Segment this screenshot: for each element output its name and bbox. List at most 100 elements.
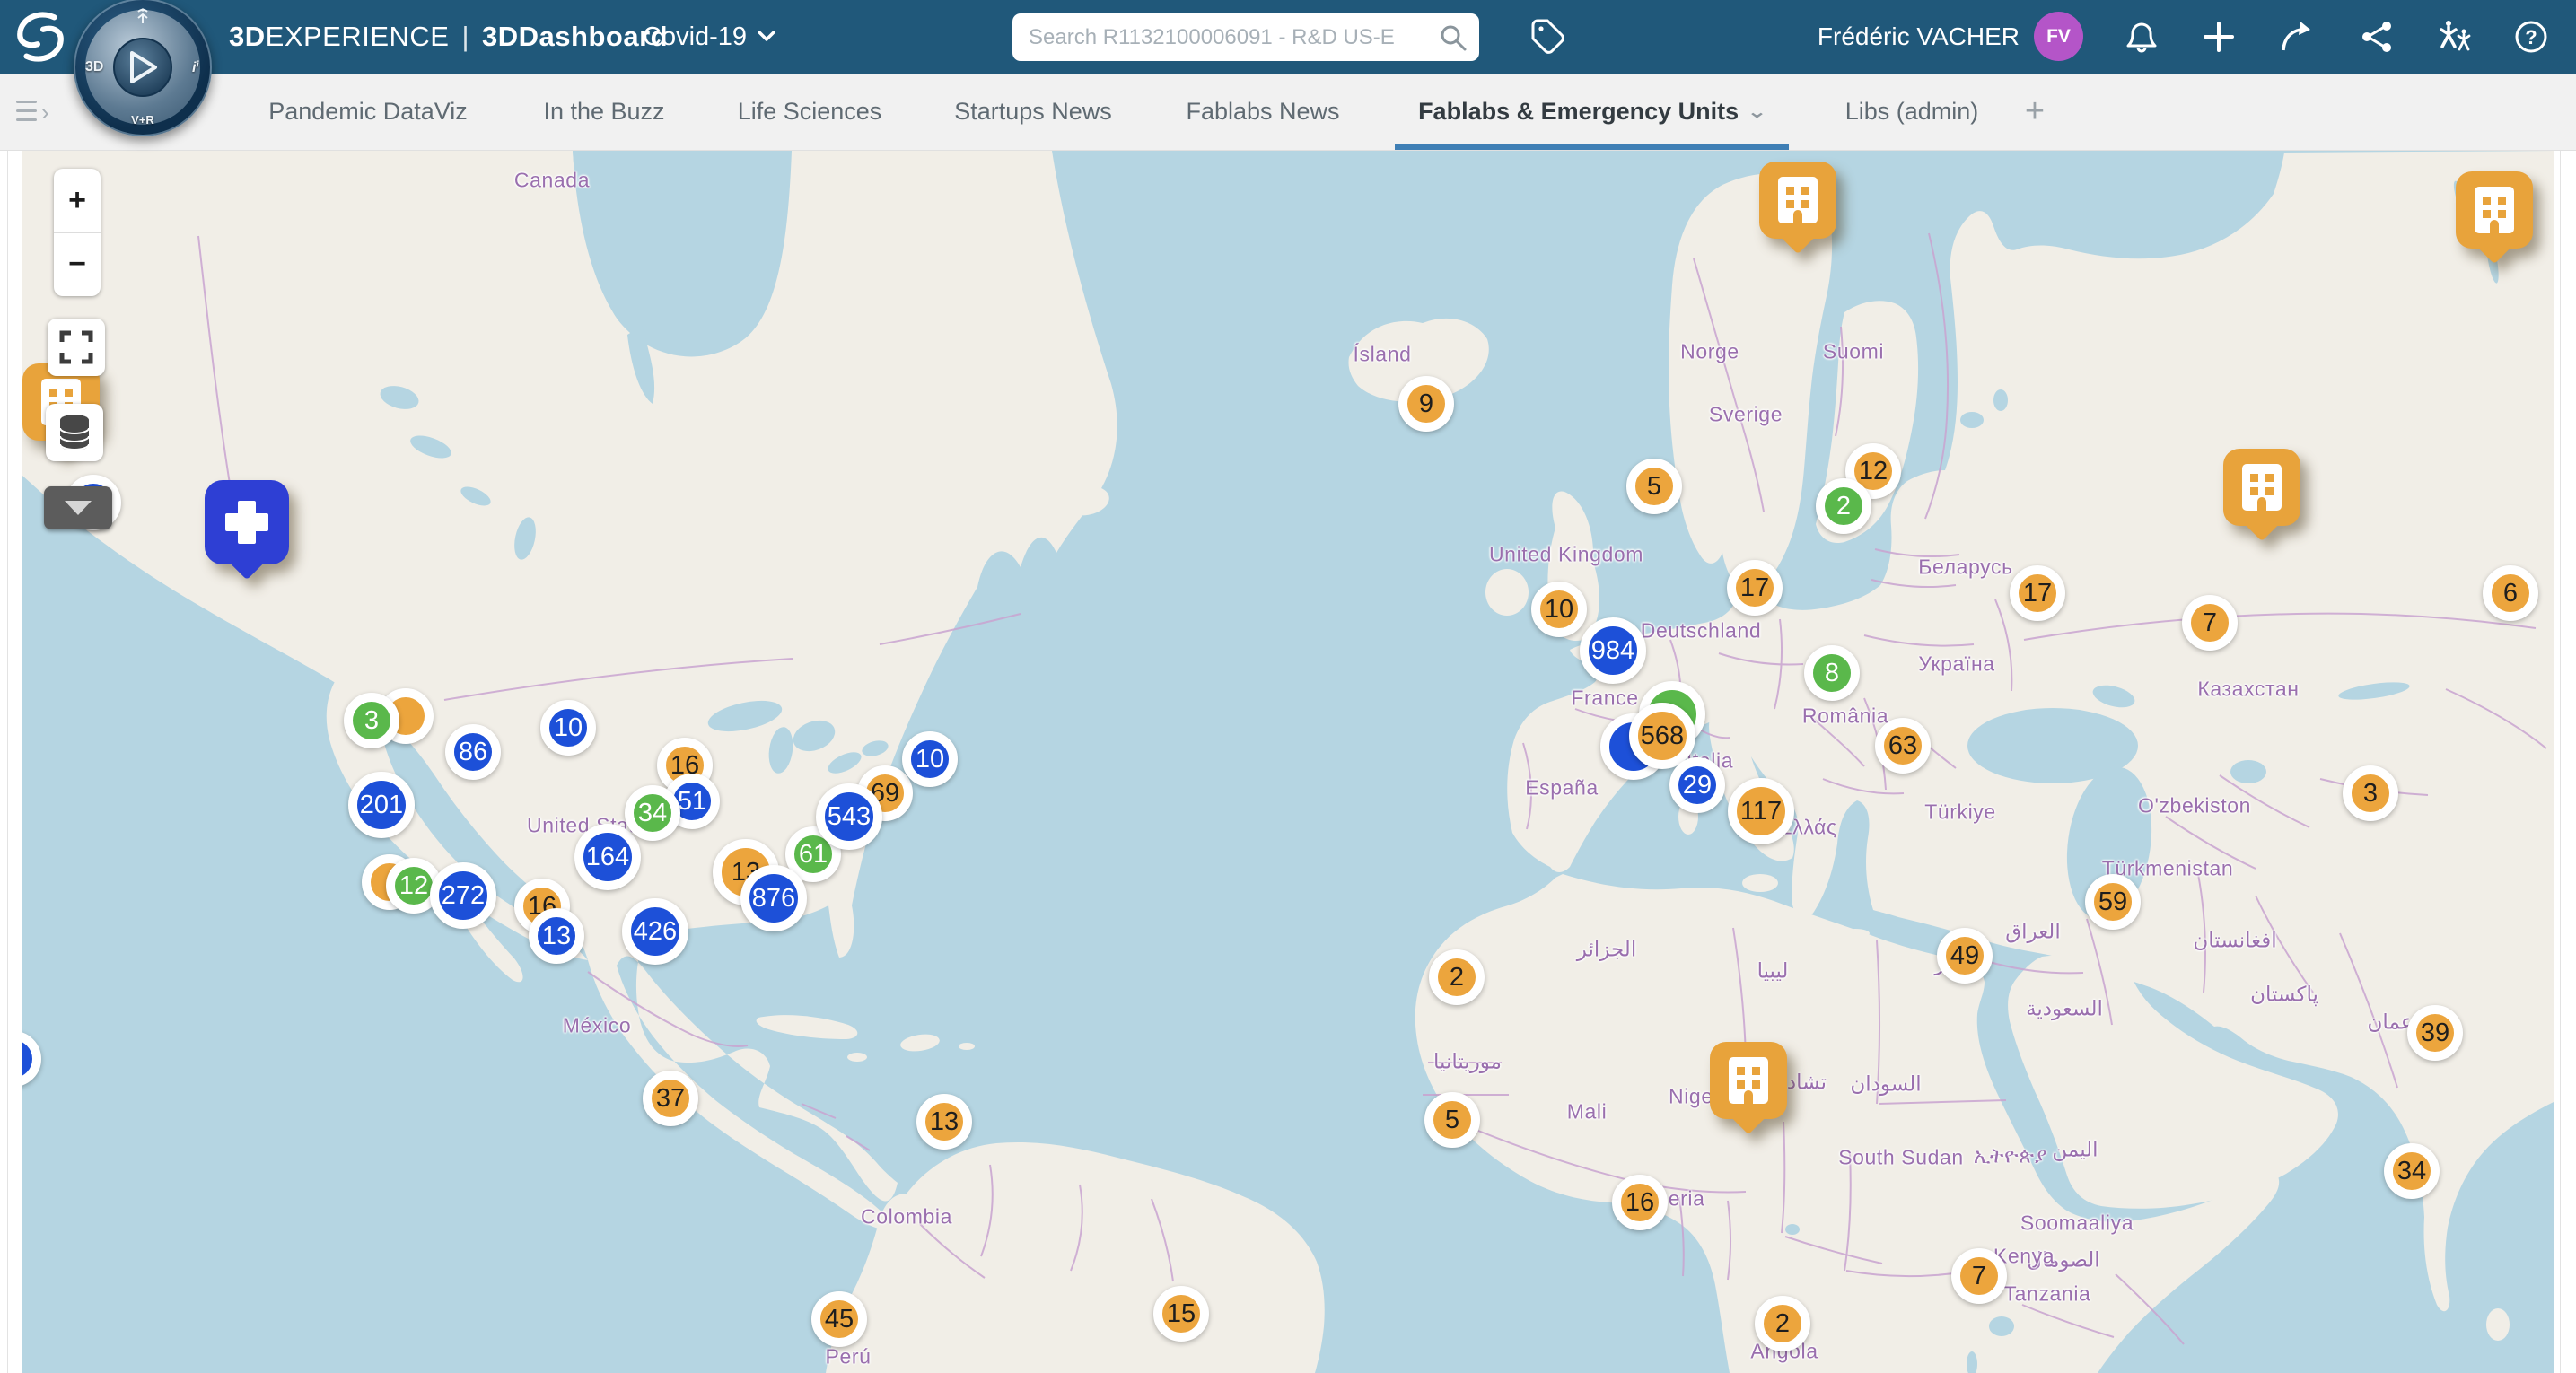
zoom-out-button[interactable]: − (54, 233, 101, 297)
cluster-marker[interactable]: 7 (1951, 1248, 2007, 1304)
cluster-count: 16 (1625, 1187, 1655, 1217)
fullscreen-button[interactable] (48, 319, 105, 376)
share-arrow-icon[interactable] (2275, 15, 2318, 58)
fablab-pin[interactable] (2223, 449, 2300, 542)
medical-cross-icon (225, 501, 268, 544)
cluster-marker[interactable]: 5 (1424, 1092, 1480, 1148)
dashboard-selector[interactable]: Covid-19 (643, 0, 775, 74)
cluster-marker[interactable]: 5 (1626, 459, 1682, 514)
search-icon[interactable] (1438, 22, 1468, 53)
cluster-count: 9 (1418, 389, 1434, 418)
map-country-label: Казахстан (2197, 677, 2300, 701)
cluster-marker[interactable]: 13 (529, 908, 584, 964)
avatar[interactable]: FV (2034, 12, 2083, 61)
cluster-marker[interactable]: 34 (625, 785, 680, 841)
cluster-marker[interactable]: 39 (2407, 1005, 2463, 1061)
tab-startups-news[interactable]: Startups News (954, 74, 1112, 150)
compass-play[interactable] (113, 38, 172, 97)
3dexperience-compass[interactable]: 3D iⁱ V+R (74, 0, 212, 136)
cluster-marker[interactable]: 272 (430, 862, 496, 929)
cluster-marker[interactable]: 9 (1398, 376, 1454, 432)
layers-button[interactable] (46, 404, 103, 461)
cluster-marker[interactable]: 426 (622, 898, 688, 965)
share-nodes-icon[interactable] (2355, 15, 2398, 58)
cluster-marker[interactable]: 86 (445, 724, 501, 780)
cluster-marker[interactable]: 164 (574, 824, 641, 890)
bell-icon[interactable] (2120, 15, 2163, 58)
map-country-label: Canada (513, 168, 591, 192)
cluster-marker[interactable]: 10 (540, 700, 596, 756)
tab-label: Fablabs & Emergency Units (1418, 98, 1739, 125)
map-country-label: Soomaaliya (2020, 1211, 2134, 1235)
cluster-marker[interactable]: 37 (643, 1071, 698, 1126)
cluster-marker[interactable]: 15 (1153, 1286, 1209, 1342)
cluster-marker[interactable]: 13 (916, 1094, 972, 1150)
compass-vr-label: V+R (131, 113, 154, 127)
cluster-marker[interactable]: 8 (1804, 645, 1860, 701)
cluster-marker[interactable]: 29 (1669, 757, 1725, 813)
cluster-marker[interactable]: 16 (1612, 1175, 1668, 1230)
cluster-count: 63 (1888, 730, 1918, 760)
cluster-marker[interactable]: 59 (2085, 874, 2141, 930)
cluster-count: 12 (1858, 456, 1888, 485)
cluster-marker[interactable]: 2 (1429, 949, 1485, 1005)
tab-in-the-buzz[interactable]: In the Buzz (543, 74, 664, 150)
community-icon[interactable] (2432, 15, 2475, 58)
database-icon (59, 415, 90, 450)
cluster-marker[interactable]: 984 (1580, 617, 1646, 684)
cluster-marker[interactable]: 63 (1875, 718, 1931, 774)
cluster-marker[interactable]: 543 (816, 783, 882, 850)
3ds-logo[interactable] (11, 7, 70, 66)
tab-pandemic-dataviz[interactable]: Pandemic DataViz (268, 74, 468, 150)
cluster-count: 876 (751, 883, 796, 913)
cluster-marker[interactable]: 117 (1728, 778, 1794, 844)
cluster-count: 13 (541, 921, 572, 950)
collapse-panel-button[interactable] (44, 486, 112, 529)
cluster-marker[interactable]: 876 (740, 865, 807, 931)
cluster-marker[interactable]: 45 (811, 1291, 867, 1347)
map-country-label: España (1525, 775, 1599, 800)
cluster-marker[interactable]: 2 (1755, 1296, 1810, 1351)
fablab-pin[interactable] (2456, 171, 2533, 265)
fablabs-map[interactable]: + − Canada Ísland Norge Suomi Sverige United … (22, 151, 2554, 1373)
cluster-marker[interactable]: 2 (1816, 478, 1871, 534)
tab-libs-admin-[interactable]: Libs (admin) (1845, 74, 1979, 150)
cluster-marker[interactable]: 3 (344, 693, 399, 748)
map-country-label: ليبيا (1757, 958, 1789, 983)
tab-fablabs-news[interactable]: Fablabs News (1186, 74, 1339, 150)
map-country-label: موريتانيا (1433, 1049, 1503, 1073)
cluster-marker[interactable]: 6 (2483, 565, 2538, 621)
cluster-marker[interactable]: 49 (1937, 928, 1993, 984)
user-name[interactable]: Frédéric VACHER (1723, 0, 2020, 74)
cluster-count: 13 (929, 1106, 959, 1136)
add-tab-button[interactable]: + (2025, 74, 2045, 150)
map-country-label: الجزائر (1576, 937, 1637, 961)
tab-life-sciences[interactable]: Life Sciences (738, 74, 882, 150)
tab-fablabs-emergency-units[interactable]: Fablabs & Emergency Units ⌄ (1418, 74, 1767, 150)
tag-icon[interactable] (1526, 14, 1571, 59)
cluster-count: 59 (2098, 887, 2128, 916)
emergency-unit-pin[interactable] (205, 480, 289, 581)
search-input[interactable] (1012, 13, 1479, 61)
cluster-marker[interactable]: 17 (1727, 560, 1783, 616)
cluster-count: 2 (1774, 1308, 1791, 1338)
tab-label: In the Buzz (543, 98, 665, 125)
fablab-pin[interactable] (1710, 1042, 1787, 1135)
cluster-count: 272 (441, 880, 486, 910)
cluster-marker[interactable]: 17 (2010, 565, 2065, 621)
cluster-marker[interactable]: 10 (902, 731, 958, 787)
zoom-in-button[interactable]: + (54, 169, 101, 233)
cluster-marker[interactable]: 34 (2384, 1143, 2440, 1199)
cluster-count: 2 (1836, 491, 1852, 520)
cluster-marker[interactable]: 10 (1531, 582, 1587, 637)
help-icon[interactable]: ? (2510, 15, 2553, 58)
cluster-marker[interactable]: 7 (2182, 595, 2238, 651)
cluster-marker[interactable]: 201 (348, 772, 415, 838)
cluster-count: 10 (1544, 594, 1574, 624)
fablab-pin[interactable] (1759, 162, 1836, 255)
panel-toggle-icon[interactable]: › (16, 97, 56, 127)
chevron-down-icon[interactable]: ⌄ (1747, 101, 1767, 123)
map-country-label: South Sudan (1838, 1145, 1964, 1169)
cluster-marker[interactable]: 3 (2343, 765, 2398, 821)
add-icon[interactable] (2197, 15, 2240, 58)
